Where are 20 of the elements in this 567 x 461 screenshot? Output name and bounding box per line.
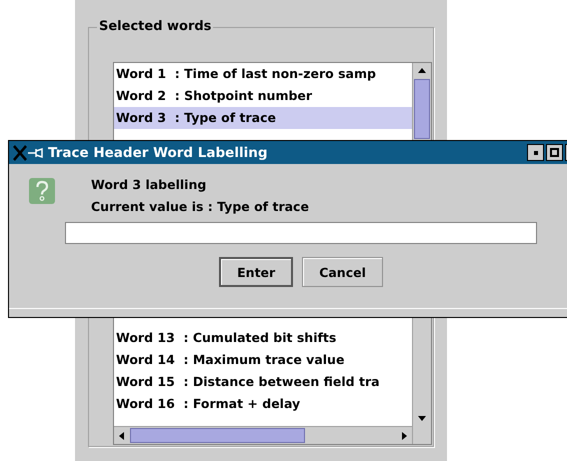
- dialog-button[interactable]: Cancel: [302, 257, 383, 287]
- window-menu-icon[interactable]: [12, 144, 46, 162]
- list-item[interactable]: Word 15 : Distance between field tra: [114, 371, 412, 393]
- list-item[interactable]: Word 14 : Maximum trace value: [114, 349, 412, 371]
- horizontal-scrollbar[interactable]: [114, 426, 412, 444]
- scrollbar-thumb[interactable]: [130, 428, 305, 443]
- label-input-field[interactable]: [65, 222, 537, 244]
- list-item[interactable]: Word 3 : Type of trace: [114, 107, 412, 129]
- list-item[interactable]: Word 16 : Format + delay: [114, 393, 412, 415]
- list-item[interactable]: Word 1 : Time of last non-zero samp: [114, 63, 412, 85]
- scrollbar-thumb[interactable]: [414, 79, 430, 139]
- maximize-button[interactable]: [546, 144, 563, 161]
- window-title: Trace Header Word Labelling: [48, 144, 268, 160]
- question-icon: [29, 178, 55, 204]
- minimize-button[interactable]: [527, 144, 544, 161]
- current-value-text: Current value is : Type of trace: [91, 198, 310, 216]
- dialog-button[interactable]: Enter: [219, 257, 294, 287]
- prompt-heading: Word 3 labelling: [91, 176, 208, 194]
- list-item[interactable]: Word 2 : Shotpoint number: [114, 85, 412, 107]
- list-item[interactable]: Word 13 : Cumulated bit shifts: [114, 327, 412, 349]
